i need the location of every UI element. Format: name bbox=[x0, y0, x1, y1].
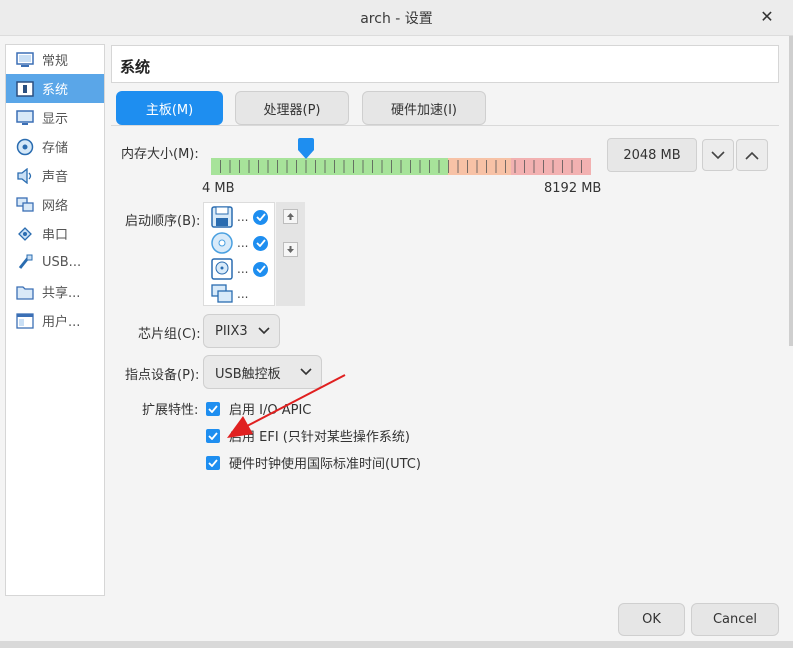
sidebar-item-label: 用户... bbox=[42, 315, 81, 330]
section-title: 系统 bbox=[111, 45, 779, 83]
boot-item-optical[interactable]: ... bbox=[210, 231, 274, 255]
sidebar-item-label: 共享... bbox=[42, 286, 81, 301]
boot-item-label: ... bbox=[237, 236, 249, 250]
extended-features-label: 扩展特性: bbox=[142, 403, 199, 418]
sidebar-item-system[interactable]: 系统 bbox=[6, 74, 104, 103]
serial-port-icon bbox=[14, 224, 36, 244]
boot-move-up-button[interactable] bbox=[283, 209, 298, 224]
chevron-down-icon bbox=[300, 368, 312, 376]
boot-move-down-button[interactable] bbox=[283, 242, 298, 257]
tab-acceleration[interactable]: 硬件加速(I) bbox=[362, 91, 486, 125]
chipset-label: 芯片组(C): bbox=[138, 327, 201, 342]
utc-clock-checkbox[interactable]: 硬件时钟使用国际标准时间(UTC) bbox=[206, 453, 421, 472]
pointing-device-value: USB触控板 bbox=[215, 366, 281, 382]
memory-value-field[interactable]: 2048 MB bbox=[607, 138, 697, 172]
sidebar-item-label: 声音 bbox=[42, 170, 69, 185]
boot-enabled-check-icon[interactable] bbox=[253, 209, 268, 225]
sidebar-item-general[interactable]: 常规 bbox=[6, 45, 104, 74]
chipset-select[interactable]: PIIX3 bbox=[203, 314, 280, 348]
sidebar-item-label: 串口 bbox=[42, 228, 69, 243]
settings-sidebar: 常规 系统 显示 存储 声音 网络 串口 USB... 共享... 用户... bbox=[5, 44, 105, 596]
checkbox-label: 硬件时钟使用国际标准时间(UTC) bbox=[229, 457, 421, 472]
chevron-down-icon bbox=[711, 150, 725, 159]
ok-button[interactable]: OK bbox=[618, 603, 685, 636]
window-edge bbox=[789, 36, 793, 346]
pointing-device-label: 指点设备(P): bbox=[125, 368, 200, 383]
window-title: arch - 设置 bbox=[360, 10, 433, 27]
boot-item-label: ... bbox=[237, 210, 249, 224]
sidebar-item-label: 存储 bbox=[42, 141, 69, 156]
sidebar-item-audio[interactable]: 声音 bbox=[6, 161, 104, 190]
boot-enabled-check-icon[interactable] bbox=[253, 261, 268, 277]
sidebar-item-shared-folders[interactable]: 共享... bbox=[6, 277, 104, 306]
boot-item-floppy[interactable]: ... bbox=[210, 205, 274, 229]
memory-increase-button[interactable] bbox=[736, 139, 768, 171]
memory-decrease-button[interactable] bbox=[702, 139, 734, 171]
pointing-device-select[interactable]: USB触控板 bbox=[203, 355, 322, 389]
network-boot-icon bbox=[211, 284, 233, 303]
floppy-icon bbox=[211, 206, 233, 228]
network-icon bbox=[14, 195, 36, 215]
hard-disk-icon bbox=[211, 258, 233, 280]
checkbox-checked-icon bbox=[206, 401, 220, 416]
system-icon bbox=[14, 79, 36, 99]
general-icon bbox=[14, 50, 36, 70]
boot-order-label: 启动顺序(B): bbox=[125, 214, 201, 229]
chipset-value: PIIX3 bbox=[215, 323, 248, 339]
boot-order-list: ... ... ... ... bbox=[203, 202, 275, 306]
sidebar-item-label: 网络 bbox=[42, 199, 69, 214]
tab-motherboard[interactable]: 主板(M) bbox=[116, 91, 223, 125]
memory-slider-ticks bbox=[220, 160, 582, 173]
boot-item-hard-disk[interactable]: ... bbox=[210, 257, 274, 281]
chevron-up-icon bbox=[745, 151, 759, 160]
audio-icon bbox=[14, 166, 36, 186]
optical-disc-icon bbox=[211, 232, 233, 254]
memory-label: 内存大小(M): bbox=[121, 147, 199, 162]
boot-item-label: ... bbox=[237, 287, 249, 301]
cancel-button[interactable]: Cancel bbox=[691, 603, 779, 636]
io-apic-checkbox[interactable]: 启用 I/O APIC bbox=[206, 399, 311, 418]
title-bar: arch - 设置 ✕ bbox=[0, 0, 793, 36]
sidebar-item-label: 显示 bbox=[42, 112, 69, 127]
boot-enabled-check-icon[interactable] bbox=[253, 235, 268, 251]
sidebar-item-usb[interactable]: USB... bbox=[6, 248, 104, 277]
checkbox-label: 启用 EFI (只针对某些操作系统) bbox=[229, 430, 410, 445]
sidebar-item-serial-port[interactable]: 串口 bbox=[6, 219, 104, 248]
sidebar-item-network[interactable]: 网络 bbox=[6, 190, 104, 219]
arrow-down-icon bbox=[287, 246, 294, 253]
display-icon bbox=[14, 108, 36, 128]
background-strip bbox=[0, 641, 793, 648]
memory-min-label: 4 MB bbox=[202, 181, 235, 196]
usb-icon bbox=[14, 253, 36, 273]
sidebar-item-storage[interactable]: 存储 bbox=[6, 132, 104, 161]
checkbox-checked-icon bbox=[206, 455, 220, 470]
checkbox-checked-icon bbox=[206, 428, 220, 443]
user-interface-icon bbox=[14, 311, 36, 331]
shared-folder-icon bbox=[14, 282, 36, 302]
checkbox-label: 启用 I/O APIC bbox=[229, 403, 312, 418]
sidebar-item-user-interface[interactable]: 用户... bbox=[6, 306, 104, 335]
tab-processor[interactable]: 处理器(P) bbox=[235, 91, 349, 125]
sidebar-item-label: 常规 bbox=[42, 54, 69, 69]
chevron-down-icon bbox=[258, 327, 270, 335]
memory-slider-handle[interactable] bbox=[296, 138, 316, 160]
sidebar-item-display[interactable]: 显示 bbox=[6, 103, 104, 132]
arrow-up-icon bbox=[287, 213, 294, 220]
close-icon[interactable]: ✕ bbox=[759, 9, 775, 25]
memory-max-label: 8192 MB bbox=[544, 181, 602, 196]
boot-item-network[interactable]: ... bbox=[210, 282, 274, 306]
sidebar-item-label: USB... bbox=[42, 255, 82, 270]
sidebar-item-label: 系统 bbox=[42, 83, 69, 98]
boot-item-label: ... bbox=[237, 262, 249, 276]
storage-icon bbox=[14, 137, 36, 157]
efi-checkbox[interactable]: 启用 EFI (只针对某些操作系统) bbox=[206, 426, 410, 445]
